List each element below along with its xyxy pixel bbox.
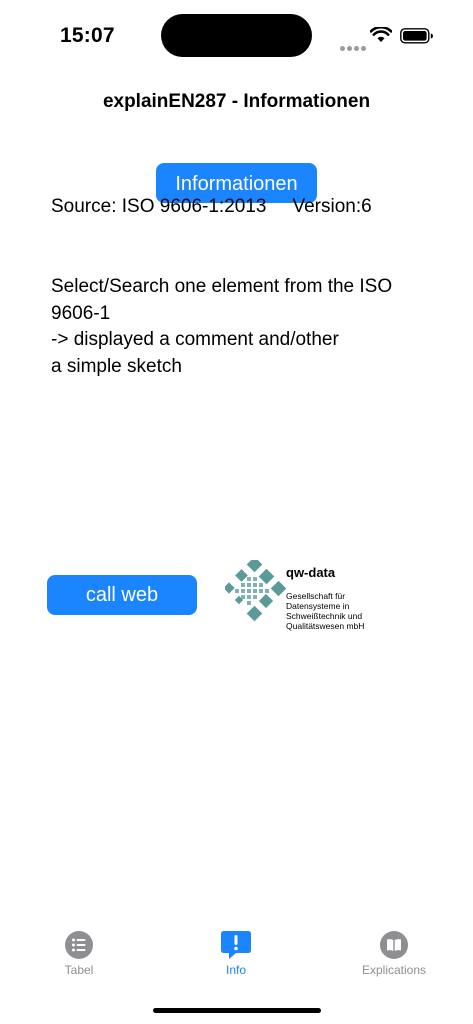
list-icon <box>65 931 93 959</box>
logo-name: qw-data <box>286 565 336 580</box>
qw-data-logo-icon <box>225 560 287 622</box>
logo-subtitle: Gesellschaft für Datensysteme in Schweiß… <box>286 591 376 631</box>
description-line: 9606-1 <box>51 302 111 324</box>
tab-info[interactable]: Info <box>181 930 291 977</box>
page-title: explainEN287 - Informationen <box>102 91 371 112</box>
battery-icon <box>400 28 433 44</box>
book-icon <box>380 931 408 959</box>
source-label: Source: ISO 9606-1:2013 <box>51 196 267 217</box>
tab-label: Explications <box>361 963 427 977</box>
exclamation-bubble-icon <box>221 931 251 959</box>
home-indicator[interactable] <box>153 1008 321 1013</box>
call-web-button[interactable]: call web <box>47 575 197 615</box>
logo-subtitle-line: Schweißtechnik und <box>286 611 363 621</box>
tab-explications[interactable]: Explications <box>339 930 449 977</box>
description-text: Select/Search one element from the ISO 9… <box>51 274 431 380</box>
logo-subtitle-line: Qualitätswesen mbH <box>286 621 365 631</box>
info-screen: 15:07 explainEN287 - Informationen Infor… <box>0 0 473 1024</box>
logo-subtitle-line: Gesellschaft für <box>286 591 346 601</box>
description-line: Select/Search one element from the ISO <box>51 276 393 297</box>
wifi-icon <box>370 27 392 42</box>
source-line: Source: ISO 9606-1:2013 Version:6 <box>51 196 372 218</box>
tab-label: Tabel <box>64 963 94 977</box>
tab-tabel[interactable]: Tabel <box>24 930 134 977</box>
dynamic-island <box>161 14 312 57</box>
description-line: a simple sketch <box>51 355 182 377</box>
logo-subtitle-line: Datensysteme in <box>286 601 350 611</box>
cellular-signal-icon <box>340 38 368 56</box>
version-label: Version:6 <box>292 196 372 217</box>
description-line: -> displayed a comment and/other <box>51 329 339 350</box>
status-time: 15:07 <box>60 24 115 47</box>
tab-label: Info <box>225 963 246 977</box>
